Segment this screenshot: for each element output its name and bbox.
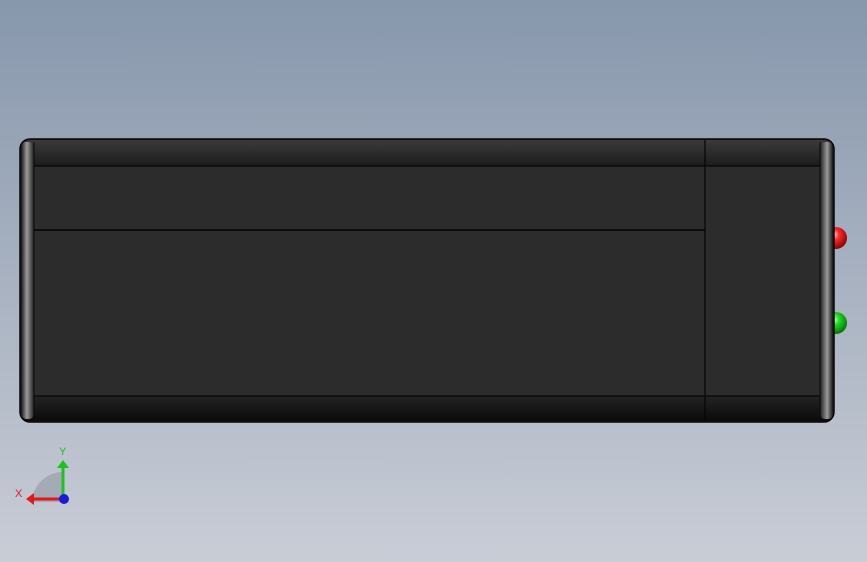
x-axis-label: X xyxy=(15,488,23,500)
y-axis-label: Y xyxy=(59,446,67,458)
cad-graphics-viewport[interactable]: Y X xyxy=(0,0,867,562)
cad-scene[interactable]: Y X xyxy=(0,0,867,562)
z-axis-dot xyxy=(59,494,69,504)
enclosure-model[interactable] xyxy=(19,138,835,423)
enclosure-top-edge xyxy=(21,140,833,166)
enclosure-bottom-edge xyxy=(21,396,833,421)
enclosure-right-rail xyxy=(820,142,833,419)
enclosure-left-rail xyxy=(21,142,34,419)
enclosure-body xyxy=(19,138,835,423)
